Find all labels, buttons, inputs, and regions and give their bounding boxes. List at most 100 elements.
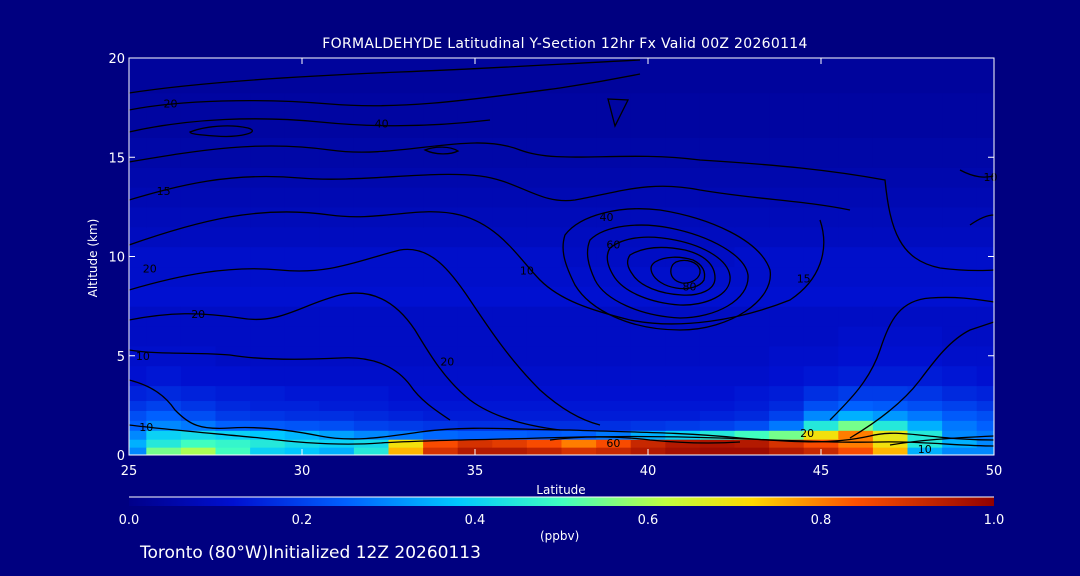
heatmap-cell xyxy=(526,92,563,138)
heatmap-cell xyxy=(665,365,701,387)
heatmap-cell xyxy=(180,187,217,208)
heatmap-cell xyxy=(872,187,909,208)
heatmap-cell xyxy=(699,58,736,94)
heatmap-cell xyxy=(250,447,286,455)
heatmap-cell xyxy=(665,206,701,228)
y-tick-label: 15 xyxy=(108,151,125,166)
heatmap-cell xyxy=(803,286,839,307)
heatmap-cell xyxy=(146,206,182,228)
heatmap-cell xyxy=(769,430,805,440)
heatmap-cell xyxy=(872,226,909,248)
heatmap-cell xyxy=(838,58,874,94)
heatmap-cell xyxy=(388,420,424,431)
contour-label: 20 xyxy=(164,98,178,111)
heatmap-cell xyxy=(284,385,320,402)
heatmap-cell xyxy=(423,430,459,440)
contour-label: 20 xyxy=(143,262,157,275)
heatmap-cell xyxy=(561,167,597,188)
heatmap-cell xyxy=(129,447,147,455)
heatmap-cell xyxy=(457,246,493,268)
heatmap-cell xyxy=(319,137,355,168)
contour-label: 60 xyxy=(606,437,620,450)
heatmap-cell xyxy=(250,137,286,168)
heatmap-cell xyxy=(769,410,805,421)
y-axis-label: Altitude (km) xyxy=(86,219,100,298)
heatmap-cell xyxy=(942,286,978,307)
heatmap-cell xyxy=(596,325,632,347)
colorbar-tick-label: 1.0 xyxy=(984,513,1005,528)
heatmap-cell xyxy=(319,420,355,431)
heatmap-cell xyxy=(699,385,736,402)
heatmap-cell xyxy=(250,410,286,421)
heatmap-cell xyxy=(769,206,805,228)
heatmap-cell xyxy=(734,447,770,455)
heatmap-cell xyxy=(319,187,355,208)
heatmap-cell xyxy=(215,246,251,268)
heatmap-cell xyxy=(907,92,943,138)
heatmap-cell xyxy=(596,400,632,411)
heatmap-cell xyxy=(872,365,909,387)
heatmap-cell xyxy=(353,187,390,208)
heatmap-cell xyxy=(250,286,286,307)
heatmap-cell xyxy=(129,306,147,327)
heatmap-cell xyxy=(492,226,528,248)
heatmap-cell xyxy=(699,206,736,228)
heatmap-cell xyxy=(388,439,424,448)
heatmap-cell xyxy=(353,266,390,287)
heatmap-cell xyxy=(353,400,390,411)
heatmap-cell xyxy=(630,410,666,421)
colorbar-tick-label: 0.4 xyxy=(465,513,486,528)
heatmap-cell xyxy=(561,410,597,421)
heatmap-cell xyxy=(250,58,286,94)
heatmap-cell xyxy=(838,447,874,455)
heatmap-cell xyxy=(492,439,528,448)
heatmap-cell xyxy=(769,187,805,208)
heatmap-cell xyxy=(284,306,320,327)
heatmap-cell xyxy=(734,58,770,94)
colorbar-ticks: 0.0 0.2 0.4 0.6 0.8 1.0 xyxy=(119,513,1005,528)
heatmap-cell xyxy=(907,345,943,367)
contour-label: 80 xyxy=(683,280,697,293)
heatmap-cell xyxy=(423,447,459,455)
heatmap-cell xyxy=(388,447,424,455)
heatmap-cell xyxy=(596,385,632,402)
heatmap-cell xyxy=(630,246,666,268)
heatmap-cell xyxy=(803,306,839,327)
heatmap-cell xyxy=(803,325,839,347)
heatmap-cell xyxy=(872,325,909,347)
heatmap-cell xyxy=(907,306,943,327)
heatmap-cell xyxy=(146,345,182,367)
heatmap-cell xyxy=(129,410,147,421)
heatmap-cell xyxy=(457,206,493,228)
heatmap-cell xyxy=(976,137,994,168)
heatmap-cell xyxy=(388,385,424,402)
heatmap-cell xyxy=(129,400,147,411)
heatmap-cell xyxy=(630,137,666,168)
heatmap-cell xyxy=(699,365,736,387)
heatmap-cell xyxy=(526,325,563,347)
heatmap-cell xyxy=(561,325,597,347)
heatmap-cell xyxy=(388,306,424,327)
heatmap-cell xyxy=(665,187,701,208)
heatmap-cell xyxy=(284,266,320,287)
heatmap-cell xyxy=(180,246,217,268)
heatmap-cell xyxy=(699,345,736,367)
heatmap-cell xyxy=(665,345,701,367)
heatmap-cell xyxy=(284,226,320,248)
heatmap-cell xyxy=(319,226,355,248)
heatmap-cell xyxy=(769,286,805,307)
heatmap-cell xyxy=(976,365,994,387)
heatmap-cell xyxy=(976,92,994,138)
heatmap-cell xyxy=(769,306,805,327)
heatmap-cell xyxy=(492,447,528,455)
heatmap-cell xyxy=(907,167,943,188)
heatmap-cell xyxy=(146,286,182,307)
heatmap-cell xyxy=(319,385,355,402)
heatmap-cell xyxy=(215,226,251,248)
heatmap-cell xyxy=(129,58,147,94)
heatmap-cell xyxy=(492,137,528,168)
heatmap-cell xyxy=(388,266,424,287)
heatmap-cell xyxy=(423,286,459,307)
heatmap-cell xyxy=(492,365,528,387)
heatmap-cell xyxy=(803,365,839,387)
